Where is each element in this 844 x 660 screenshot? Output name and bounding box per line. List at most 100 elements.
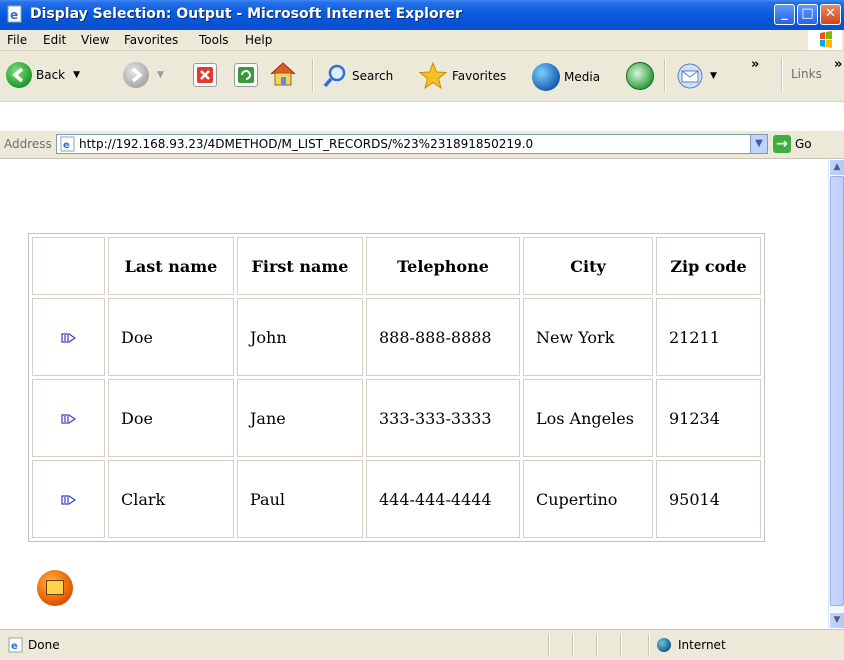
go-button[interactable]: → Go bbox=[773, 135, 812, 153]
page-content: Last name First name Telephone City Zip … bbox=[0, 159, 828, 629]
cell-last-name: Doe bbox=[108, 379, 234, 457]
menu-edit[interactable]: Edit bbox=[43, 33, 66, 47]
navigation-icon[interactable] bbox=[37, 570, 73, 606]
mail-button[interactable]: ▼ bbox=[676, 62, 717, 90]
svg-text:e: e bbox=[10, 8, 18, 22]
address-dropdown-icon[interactable]: ▼ bbox=[750, 134, 768, 154]
address-bar: Address e http://192.168.93.23/4DMETHOD/… bbox=[0, 131, 844, 159]
header-city: City bbox=[523, 237, 653, 295]
stop-icon bbox=[193, 63, 217, 87]
go-arrow-icon: → bbox=[773, 135, 791, 153]
stop-button[interactable] bbox=[193, 63, 217, 87]
close-button[interactable]: ✕ bbox=[820, 4, 841, 25]
menu-bar: File Edit View Favorites Tools Help bbox=[0, 30, 844, 51]
row-arrow-icon bbox=[60, 332, 76, 343]
minimize-button[interactable]: _ bbox=[774, 4, 795, 25]
row-select-button[interactable] bbox=[32, 379, 105, 457]
row-arrow-icon bbox=[60, 413, 76, 424]
window-title: Display Selection: Output - Microsoft In… bbox=[30, 6, 462, 22]
cell-first-name: Jane bbox=[237, 379, 363, 457]
favorites-star-icon bbox=[418, 61, 448, 90]
browser-window: e Display Selection: Output - Microsoft … bbox=[0, 0, 844, 660]
scroll-up-icon[interactable]: ▲ bbox=[829, 159, 844, 176]
status-page-icon: e bbox=[8, 637, 23, 653]
history-button[interactable] bbox=[626, 62, 654, 90]
address-label: Address bbox=[4, 137, 52, 151]
header-cell-blank bbox=[32, 237, 105, 295]
refresh-icon bbox=[234, 63, 258, 87]
links-label[interactable]: Links bbox=[791, 67, 822, 81]
menu-view[interactable]: View bbox=[81, 33, 109, 47]
address-field[interactable]: e http://192.168.93.23/4DMETHOD/M_LIST_R… bbox=[56, 134, 768, 154]
standard-toolbar: Back ▼ ▼ Search Favorites Media ▼ » Link… bbox=[0, 51, 844, 102]
menu-favorites[interactable]: Favorites bbox=[124, 33, 178, 47]
toolbar-separator bbox=[312, 59, 314, 91]
table-row: Doe Jane 333-333-3333 Los Angeles 91234 bbox=[32, 379, 761, 457]
address-url: http://192.168.93.23/4DMETHOD/M_LIST_REC… bbox=[79, 137, 534, 151]
links-chevron[interactable]: » bbox=[834, 57, 842, 72]
status-bar: e Done Internet bbox=[0, 629, 844, 660]
toolbar-separator-3 bbox=[781, 59, 783, 91]
back-label: Back bbox=[36, 68, 66, 82]
header-zip-code: Zip code bbox=[656, 237, 761, 295]
back-arrow-icon bbox=[6, 62, 32, 88]
status-separator bbox=[596, 634, 598, 656]
status-separator bbox=[648, 634, 650, 656]
cell-city: Cupertino bbox=[523, 460, 653, 538]
menu-help[interactable]: Help bbox=[245, 33, 272, 47]
navigation-icon-glyph bbox=[46, 580, 64, 595]
cell-telephone: 888-888-8888 bbox=[366, 298, 520, 376]
row-select-button[interactable] bbox=[32, 298, 105, 376]
cell-last-name: Clark bbox=[108, 460, 234, 538]
forward-dropdown-icon[interactable]: ▼ bbox=[157, 70, 164, 80]
media-icon bbox=[532, 63, 560, 91]
back-button[interactable]: Back ▼ bbox=[6, 62, 80, 88]
media-button[interactable]: Media bbox=[532, 63, 600, 91]
cell-telephone: 333-333-3333 bbox=[366, 379, 520, 457]
media-label: Media bbox=[564, 70, 601, 84]
go-label: Go bbox=[795, 137, 812, 151]
menu-file[interactable]: File bbox=[7, 33, 27, 47]
cell-city: New York bbox=[523, 298, 653, 376]
table-row: Clark Paul 444-444-4444 Cupertino 95014 bbox=[32, 460, 761, 538]
maximize-button[interactable]: □ bbox=[797, 4, 818, 25]
cell-last-name: Doe bbox=[108, 298, 234, 376]
table-row: Doe John 888-888-8888 New York 21211 bbox=[32, 298, 761, 376]
page-icon: e bbox=[60, 136, 75, 152]
header-row: Last name First name Telephone City Zip … bbox=[32, 237, 761, 295]
toolbar-chevron[interactable]: » bbox=[751, 57, 759, 72]
cell-zip-code: 21211 bbox=[656, 298, 761, 376]
scroll-thumb[interactable] bbox=[830, 176, 844, 606]
favorites-button[interactable]: Favorites bbox=[418, 61, 506, 91]
row-arrow-icon bbox=[60, 494, 76, 505]
records-table: Last name First name Telephone City Zip … bbox=[28, 233, 765, 542]
cell-zip-code: 91234 bbox=[656, 379, 761, 457]
favorites-label: Favorites bbox=[452, 69, 507, 83]
vertical-scrollbar[interactable]: ▲ ▼ bbox=[828, 159, 844, 629]
refresh-button[interactable] bbox=[234, 63, 258, 87]
forward-button[interactable]: ▼ bbox=[123, 62, 164, 88]
status-separator bbox=[572, 634, 574, 656]
ie-page-icon: e bbox=[7, 5, 22, 23]
menu-tools[interactable]: Tools bbox=[199, 33, 229, 47]
home-button[interactable] bbox=[268, 60, 298, 88]
search-button[interactable]: Search bbox=[322, 63, 393, 89]
cell-first-name: John bbox=[237, 298, 363, 376]
cell-city: Los Angeles bbox=[523, 379, 653, 457]
scroll-down-icon[interactable]: ▼ bbox=[829, 612, 844, 629]
row-select-button[interactable] bbox=[32, 460, 105, 538]
title-bar[interactable]: e Display Selection: Output - Microsoft … bbox=[0, 0, 844, 30]
mail-dropdown-icon[interactable]: ▼ bbox=[710, 71, 717, 81]
svg-text:e: e bbox=[63, 140, 70, 151]
cell-first-name: Paul bbox=[237, 460, 363, 538]
back-dropdown-icon[interactable]: ▼ bbox=[73, 70, 80, 80]
internet-globe-icon bbox=[657, 638, 671, 652]
windows-logo-icon bbox=[808, 30, 842, 50]
header-telephone: Telephone bbox=[366, 237, 520, 295]
status-text: Done bbox=[28, 638, 60, 652]
home-icon bbox=[270, 62, 296, 86]
security-zone-label: Internet bbox=[678, 638, 726, 652]
history-icon bbox=[626, 62, 654, 90]
search-label: Search bbox=[352, 69, 394, 83]
svg-text:e: e bbox=[11, 641, 18, 652]
